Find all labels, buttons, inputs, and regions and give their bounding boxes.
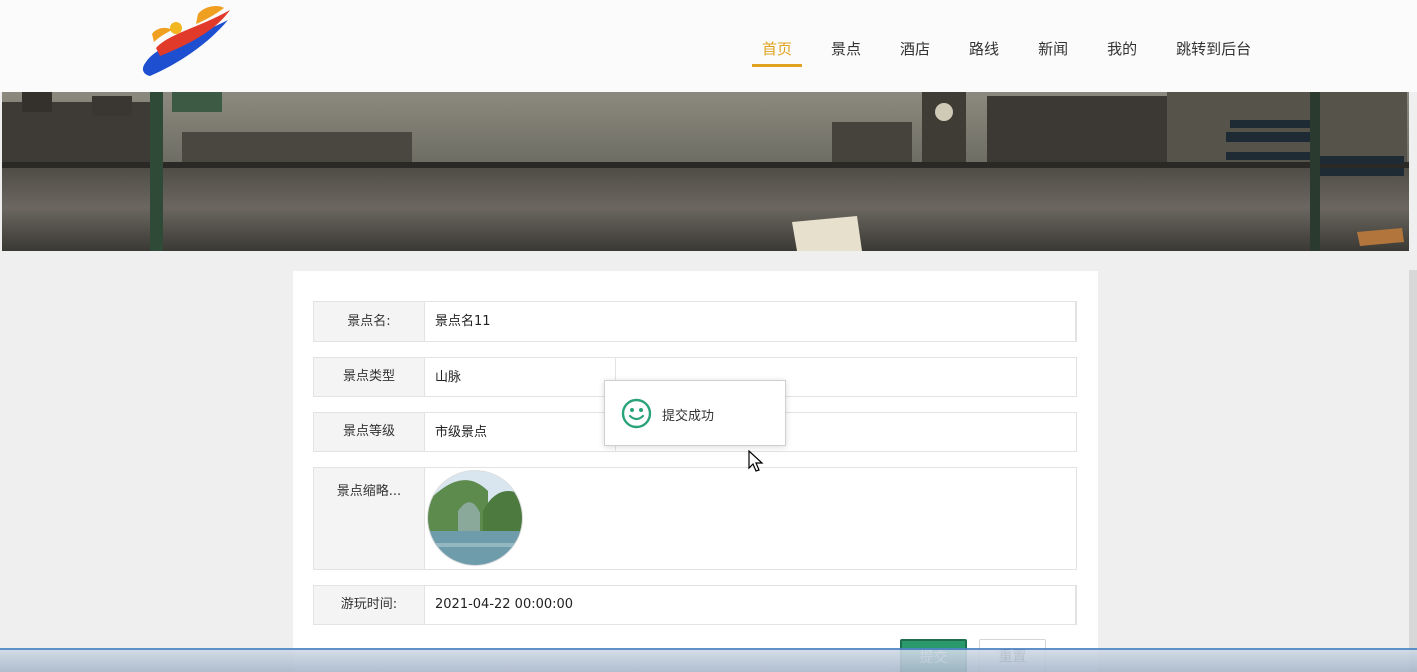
nav-item-routes[interactable]: 路线 [969, 0, 999, 92]
field-label-thumbnail: 景点缩略... [314, 468, 425, 569]
field-value-level: 市级景点 [435, 425, 488, 440]
field-value-playtime: 2021-04-22 00:00:00 [435, 597, 574, 612]
field-row-thumbnail: 景点缩略... [313, 467, 1077, 570]
field-label-playtime: 游玩时间: [314, 586, 425, 624]
thumbnail-image[interactable] [427, 470, 523, 566]
field-input-name[interactable]: 景点名11 [425, 302, 1076, 341]
field-label-type: 景点类型 [314, 358, 425, 396]
nav-item-admin[interactable]: 跳转到后台 [1176, 0, 1251, 92]
field-select-type[interactable]: 山脉 [425, 358, 616, 396]
field-select-level[interactable]: 市级景点 [425, 413, 616, 451]
field-row-name: 景点名: 景点名11 [313, 301, 1077, 342]
field-label-level: 景点等级 [314, 413, 425, 451]
nav-item-news[interactable]: 新闻 [1038, 0, 1068, 92]
logo-icon[interactable] [138, 4, 236, 78]
banner-image [2, 92, 1409, 251]
nav-item-mine[interactable]: 我的 [1107, 0, 1137, 92]
success-toast: 提交成功 [604, 380, 786, 446]
field-value-name: 景点名11 [435, 314, 491, 329]
field-input-playtime[interactable]: 2021-04-22 00:00:00 [425, 586, 1076, 624]
smile-icon [621, 398, 652, 429]
page-root: 首页 景点 酒店 路线 新闻 我的 跳转到后台 景点名: 景点名11 景点类型 … [0, 0, 1417, 672]
site-header: 首页 景点 酒店 路线 新闻 我的 跳转到后台 [0, 0, 1417, 92]
field-thumbnail-area [425, 468, 1076, 569]
toast-message: 提交成功 [662, 409, 715, 424]
bottom-overlay-bar [0, 648, 1417, 672]
page-scrollbar[interactable] [1409, 270, 1417, 672]
detail-form-card: 景点名: 景点名11 景点类型 山脉 景点等级 市级景点 景点缩略... 游玩时… [293, 271, 1098, 672]
nav-item-attractions[interactable]: 景点 [831, 0, 861, 92]
cursor-icon [748, 449, 764, 474]
field-label-name: 景点名: [314, 302, 425, 341]
nav-item-home[interactable]: 首页 [751, 0, 803, 92]
field-row-playtime: 游玩时间: 2021-04-22 00:00:00 [313, 585, 1077, 625]
nav-item-hotels[interactable]: 酒店 [900, 0, 930, 92]
field-value-type: 山脉 [435, 370, 462, 385]
main-nav: 首页 景点 酒店 路线 新闻 我的 跳转到后台 [751, 0, 1290, 92]
